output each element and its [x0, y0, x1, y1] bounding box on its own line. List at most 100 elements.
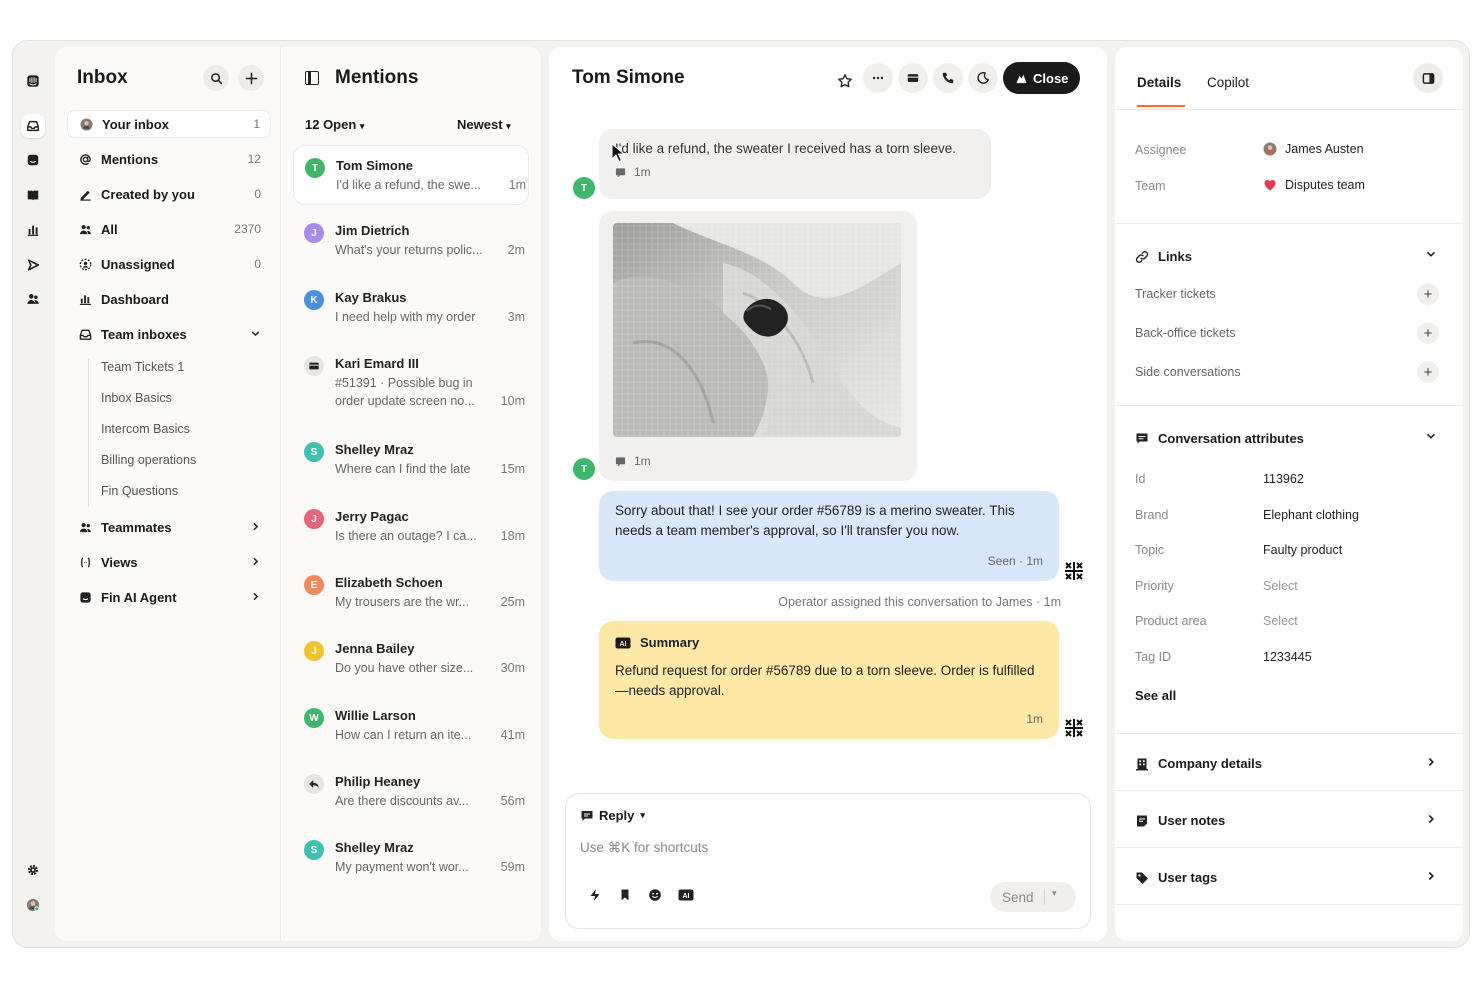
knowledge-icon[interactable]: [21, 183, 45, 207]
divider: [1115, 109, 1463, 110]
reports-icon[interactable]: [21, 218, 45, 242]
lightning-icon[interactable]: [588, 888, 602, 902]
message-text: Sorry about that! I see your order #5678…: [615, 503, 1015, 538]
new-conversation-button[interactable]: [238, 65, 264, 91]
team-inbox-item[interactable]: Team Tickets 1: [101, 360, 184, 374]
conversation-list-item[interactable]: J Jerry Pagac Is there an outage? I ca... 1…: [293, 497, 529, 557]
attribute-value[interactable]: 1233445: [1263, 650, 1312, 664]
team-value[interactable]: Disputes team: [1263, 178, 1365, 192]
workspace-logo-icon[interactable]: [21, 69, 45, 93]
conversation-panel: Tom Simone Close I'd like a refund, the …: [549, 47, 1107, 941]
close-conversation-button[interactable]: Close: [1003, 62, 1081, 94]
contact-name: Elizabeth Schoen: [335, 575, 443, 590]
add-back-office-ticket-button[interactable]: +: [1417, 322, 1439, 344]
inbox-icon[interactable]: [21, 114, 45, 138]
reply-mode-dropdown[interactable]: Reply ▾: [580, 808, 645, 823]
nav-count: 2370: [234, 222, 261, 236]
send-button[interactable]: Send ▾: [990, 882, 1076, 912]
search-button[interactable]: [203, 65, 229, 91]
add-tracker-ticket-button[interactable]: +: [1417, 283, 1439, 305]
chevron-down-icon[interactable]: [1425, 429, 1437, 445]
contact-name: Jenna Bailey: [335, 641, 415, 656]
ticket-button[interactable]: [898, 63, 928, 93]
toggle-panel-button[interactable]: [1413, 63, 1443, 93]
contact-name: Philip Heaney: [335, 774, 421, 789]
nav-created-by-you[interactable]: Created by you 0: [67, 180, 271, 208]
attachment-image[interactable]: [613, 223, 901, 437]
attribute-value[interactable]: Elephant clothing: [1263, 508, 1359, 522]
attribute-value[interactable]: 113962: [1263, 472, 1304, 486]
reply-input[interactable]: Use ⌘K for shortcuts: [580, 840, 708, 856]
more-button[interactable]: [863, 63, 893, 93]
people-icon: [77, 519, 93, 535]
star-icon[interactable]: [833, 69, 857, 93]
company-details-section[interactable]: Company details: [1135, 756, 1262, 771]
ai-compose-icon[interactable]: AI: [678, 889, 694, 901]
sort-dropdown[interactable]: Newest ▾: [457, 117, 511, 132]
chevron-right-icon[interactable]: [1425, 869, 1437, 885]
team-inbox-item[interactable]: Billing operations: [101, 453, 196, 467]
chevron-down-icon[interactable]: ▾: [1052, 888, 1057, 899]
nav-teammates[interactable]: Teammates: [67, 513, 271, 541]
outbound-icon[interactable]: [21, 253, 45, 277]
nav-dashboard[interactable]: Dashboard: [67, 285, 271, 313]
assignee-value[interactable]: James Austen: [1263, 142, 1364, 156]
chevron-down-icon[interactable]: [1425, 247, 1437, 263]
conversation-list-item[interactable]: W Willie Larson How can I return an ite...…: [293, 696, 529, 756]
user-notes-section[interactable]: User notes: [1135, 813, 1225, 828]
conversation-list-item[interactable]: E Elizabeth Schoen My trousers are the wr.…: [293, 563, 529, 623]
nav-your-inbox[interactable]: Your inbox 1: [67, 110, 271, 138]
bookmark-icon[interactable]: [618, 888, 632, 902]
conversation-list-item[interactable]: Kari Emard III #51391 · Possible bug in or…: [293, 344, 529, 408]
active-tab-indicator: [1137, 105, 1185, 107]
contact-name: Shelley Mraz: [335, 840, 414, 855]
conversation-list-item[interactable]: J Jim Dietrich What's your returns polic..…: [293, 211, 529, 271]
open-filter[interactable]: 12 Open ▾: [305, 117, 364, 132]
snooze-button[interactable]: [968, 63, 998, 93]
attribute-value[interactable]: Faulty product: [1263, 543, 1342, 557]
chevron-right-icon[interactable]: [1425, 812, 1437, 828]
attribute-value[interactable]: Select: [1263, 614, 1298, 628]
conversation-list-item[interactable]: T Tom Simone I'd like a refund, the swe...…: [293, 145, 529, 205]
tab-details[interactable]: Details: [1137, 75, 1181, 90]
team-inbox-item[interactable]: Inbox Basics: [101, 391, 172, 405]
nav-team-inboxes[interactable]: Team inboxes: [67, 320, 271, 348]
links-section-header[interactable]: Links: [1135, 249, 1192, 264]
add-side-conversation-button[interactable]: +: [1417, 361, 1439, 383]
nav-all[interactable]: All 2370: [67, 215, 271, 243]
sidebar-toggle-icon[interactable]: [305, 71, 319, 85]
fin-ai-icon[interactable]: [21, 148, 45, 172]
conversation-list-item[interactable]: S Shelley Mraz Where can I find the late 15…: [293, 430, 529, 490]
nav-views[interactable]: Views: [67, 548, 271, 576]
attribute-label: Tag ID: [1135, 650, 1172, 664]
nav-unassigned[interactable]: Unassigned 0: [67, 250, 271, 278]
chevron-right-icon[interactable]: [1425, 755, 1437, 771]
conversation-list-item[interactable]: S Shelley Mraz My payment won't wor... 59m: [293, 828, 529, 888]
nav-mentions[interactable]: Mentions 12: [67, 145, 271, 173]
summary-note: AI Summary Refund request for order #567…: [599, 621, 1059, 739]
user-tags-section[interactable]: User tags: [1135, 870, 1217, 885]
contacts-icon[interactable]: [21, 287, 45, 311]
conversation-list-item[interactable]: K Kay Brakus I need help with my order 3m: [293, 278, 529, 338]
attributes-section-header[interactable]: Conversation attributes: [1135, 431, 1304, 446]
see-all-link[interactable]: See all: [1135, 688, 1176, 703]
attribute-value[interactable]: Select: [1263, 579, 1298, 593]
inbox-icon: [77, 326, 93, 342]
contact-name: Jim Dietrich: [335, 223, 410, 238]
team-inbox-item[interactable]: Fin Questions: [101, 484, 178, 498]
call-button[interactable]: [933, 63, 963, 93]
views-icon: [77, 554, 93, 570]
team-inbox-item[interactable]: Intercom Basics: [101, 422, 190, 436]
settings-icon[interactable]: [21, 858, 45, 882]
chevron-down-icon[interactable]: [250, 327, 261, 342]
divider: [1044, 889, 1045, 905]
user-avatar-icon[interactable]: [21, 893, 45, 917]
emoji-icon[interactable]: [648, 888, 662, 902]
conversation-list-item[interactable]: Philip Heaney Are there discounts av... 56…: [293, 762, 529, 822]
nav-label: Team inboxes: [101, 326, 187, 342]
conversation-list-item[interactable]: J Jenna Bailey Do you have other size... 30…: [293, 629, 529, 689]
nav-fin-ai-agent[interactable]: Fin AI Agent: [67, 583, 271, 611]
tab-copilot[interactable]: Copilot: [1207, 75, 1249, 90]
preview-time: 15m: [500, 462, 525, 476]
nav-label: Dashboard: [101, 291, 169, 307]
